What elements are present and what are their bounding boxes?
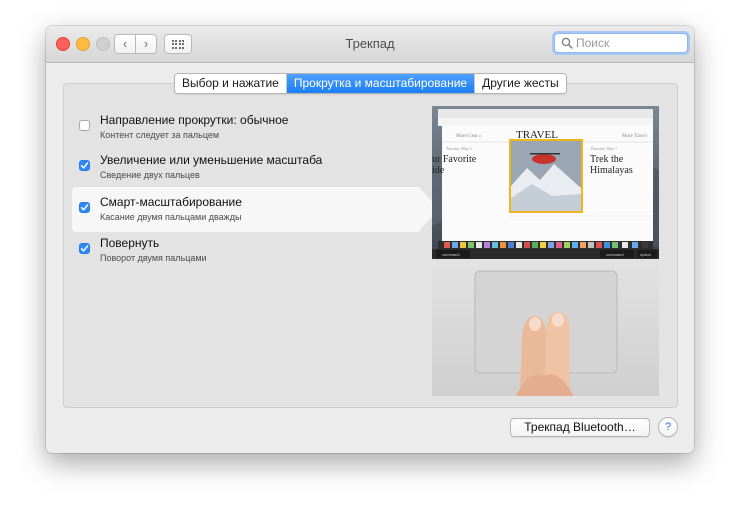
option-subtitle: Контент следует за пальцем (100, 130, 220, 140)
option-subtitle: Касание двумя пальцами дважды (100, 212, 242, 222)
title-bar: ‹ › Трекпад (46, 26, 694, 63)
smart-zoom-checkbox[interactable] (79, 202, 90, 213)
search-icon (561, 37, 573, 49)
option-zoom-in-out[interactable]: Увеличение или уменьшение масштаба Сведе… (72, 153, 432, 193)
option-title: Направление прокрутки: обычное (100, 113, 289, 127)
gesture-preview: More Gear » TRAVEL More Travel Tuesday, … (432, 106, 659, 396)
option-rotate[interactable]: Повернуть Поворот двумя пальцами (72, 236, 432, 276)
search-input[interactable] (576, 36, 676, 50)
checkmark-icon (80, 245, 89, 252)
option-smart-zoom[interactable]: Смарт-масштабирование Касание двумя паль… (72, 195, 432, 235)
option-title: Увеличение или уменьшение масштаба (100, 153, 323, 167)
checkmark-icon (80, 204, 89, 211)
preview-key-option: option (640, 252, 651, 257)
option-title: Повернуть (100, 236, 160, 250)
tab-point-and-click[interactable]: Выбор и нажатие (175, 74, 286, 93)
tab-more-gestures[interactable]: Другие жесты (474, 74, 566, 93)
option-subtitle: Сведение двух пальцев (100, 170, 200, 180)
help-button[interactable]: ? (658, 417, 678, 437)
option-subtitle: Поворот двумя пальцами (100, 253, 207, 263)
zoom-in-out-checkbox[interactable] (79, 160, 90, 171)
preferences-window: ‹ › Трекпад Выбор и нажатие Прокрутка и … (46, 26, 694, 453)
gesture-preview-image: More Gear » TRAVEL More Travel Tuesday, … (432, 106, 659, 396)
preview-key-right: command (606, 252, 624, 257)
preview-nav-right: More Travel (622, 134, 647, 139)
tab-scroll-and-zoom[interactable]: Прокрутка и масштабирование (285, 74, 475, 93)
search-field[interactable] (554, 33, 688, 53)
checkmark-icon (80, 162, 89, 169)
preview-key-left: command (442, 252, 460, 257)
preview-nav-left: More Gear » (456, 134, 482, 139)
tab-bar: Выбор и нажатие Прокрутка и масштабирова… (174, 73, 567, 94)
rotate-checkbox[interactable] (79, 243, 90, 254)
scroll-direction-checkbox[interactable] (79, 120, 90, 131)
option-scroll-direction[interactable]: Направление прокрутки: обычное Контент с… (72, 113, 432, 153)
option-title: Смарт-масштабирование (100, 195, 242, 209)
bluetooth-trackpad-button[interactable]: Трекпад Bluetooth… (510, 418, 650, 437)
